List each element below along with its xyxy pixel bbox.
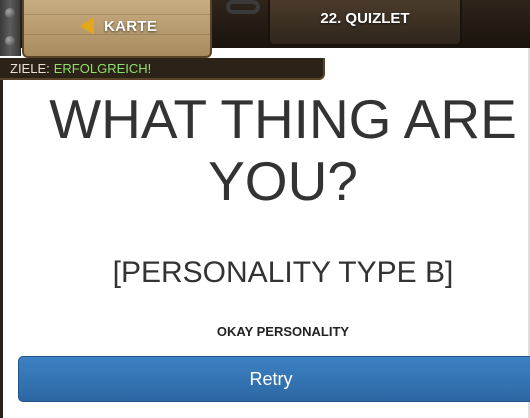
left-frame [0, 80, 3, 418]
wood-grain [24, 14, 210, 15]
bolt-icon [5, 36, 15, 46]
level-title: 22. QUIZLET [320, 9, 410, 27]
metal-bracket [0, 0, 21, 56]
arrow-left-icon [80, 17, 94, 35]
goals-bar: ZIELE: ERFOLGREICH! [0, 58, 325, 80]
personality-description: OKAY PERSONALITY [216, 324, 350, 339]
game-screen: KARTE 22. QUIZLET ZIELE: ERFOLGREICH! WH… [0, 0, 530, 418]
goals-label: ZIELE: [10, 60, 50, 76]
result-headline: WHAT THING ARE YOU? [49, 88, 517, 212]
personality-type: [PERSONALITY TYPE B] [112, 256, 454, 289]
wood-grain [24, 34, 210, 35]
map-button-label: KARTE [104, 17, 158, 35]
level-title-plank: 22. QUIZLET [268, 0, 462, 46]
goals-status: ERFOLGREICH! [53, 60, 152, 76]
chain-decoration [226, 0, 260, 14]
map-button[interactable]: KARTE [22, 0, 212, 58]
bolt-icon [5, 8, 15, 18]
retry-button[interactable]: Retry [18, 356, 530, 402]
